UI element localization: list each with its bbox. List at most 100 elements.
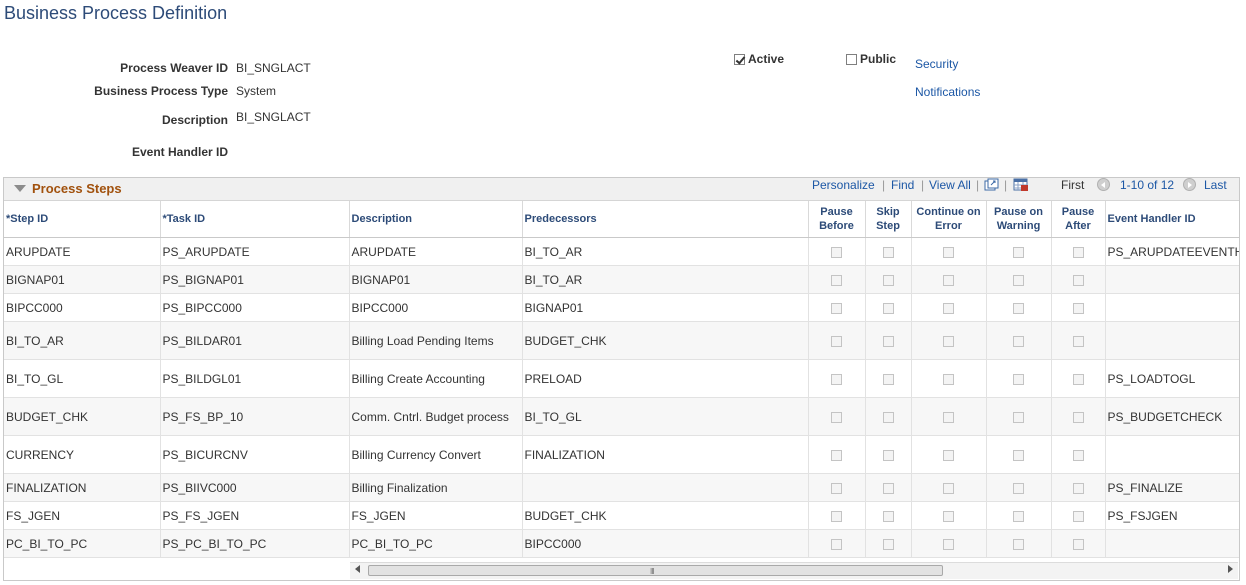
pause-before-checkbox[interactable] [831,510,842,522]
toolbar-separator: | [1004,178,1008,192]
event-handler-id-label: Event Handler ID [131,145,228,159]
table-row: PC_BI_TO_PC PS_PC_BI_TO_PC PC_BI_TO_PC BIPC… [4,529,1239,558]
continue-on-error-checkbox[interactable] [943,538,954,550]
view-all-link[interactable]: View All [929,178,971,192]
continue-on-error-checkbox[interactable] [943,335,954,347]
continue-on-error-checkbox[interactable] [943,482,954,494]
cell-task-id: PS_BIPCC000 [160,293,350,322]
pause-after-checkbox[interactable] [1072,510,1084,522]
download-excel-icon[interactable] [1013,178,1029,195]
skip-step-checkbox[interactable] [882,538,894,550]
continue-on-error-checkbox[interactable] [943,373,954,385]
active-checkbox-group[interactable]: Active [734,52,784,66]
cell-task-id: PS_BIIVC000 [160,473,350,502]
scroll-right-icon[interactable] [1228,565,1233,573]
pause-after-checkbox[interactable] [1072,482,1084,494]
security-link[interactable]: Security [915,57,958,71]
pause-before-checkbox[interactable] [831,538,842,550]
scroll-left-icon[interactable] [355,565,360,573]
cell-description: Billing Currency Convert [349,435,523,474]
pause-after-checkbox[interactable] [1072,373,1084,385]
skip-step-checkbox[interactable] [882,302,894,314]
column-header-predecessors[interactable]: Predecessors [522,201,809,238]
continue-on-error-checkbox[interactable] [943,274,954,286]
public-checkbox-group[interactable]: Public [846,52,896,66]
column-header-pause-before[interactable]: Pause Before [808,201,866,238]
pause-on-warning-checkbox[interactable] [1013,274,1024,286]
cell-step-id: ARUPDATE [4,237,161,266]
pause-after-checkbox[interactable] [1072,302,1084,314]
continue-on-error-checkbox[interactable] [943,411,954,423]
previous-page-icon[interactable] [1097,178,1110,191]
cell-step-id: BUDGET_CHK [4,397,161,436]
pause-before-checkbox[interactable] [831,482,842,494]
pause-on-warning-checkbox[interactable] [1013,373,1024,385]
cell-description: Billing Load Pending Items [349,321,523,360]
notifications-link[interactable]: Notifications [915,85,980,99]
pause-before-checkbox[interactable] [831,373,842,385]
column-header-pause-on-warning[interactable]: Pause on Warning [986,201,1052,238]
pause-after-checkbox[interactable] [1072,274,1084,286]
cell-pause-on-warning [986,501,1052,530]
column-header-step-id[interactable]: *Step ID [4,201,161,238]
pause-on-warning-checkbox[interactable] [1013,510,1024,522]
pause-before-checkbox[interactable] [831,411,842,423]
pause-before-checkbox[interactable] [831,246,842,258]
pause-before-checkbox[interactable] [831,335,842,347]
cell-skip-step [865,529,912,558]
cell-skip-step [865,435,912,474]
skip-step-checkbox[interactable] [882,449,894,461]
skip-step-checkbox[interactable] [882,482,894,494]
skip-step-checkbox[interactable] [882,373,894,385]
skip-step-checkbox[interactable] [882,246,894,258]
pause-on-warning-checkbox[interactable] [1013,302,1024,314]
cell-step-id: CURRENCY [4,435,161,474]
pause-before-checkbox[interactable] [831,274,842,286]
column-header-pause-after[interactable]: Pause After [1051,201,1106,238]
next-page-icon[interactable] [1183,178,1196,191]
personalize-link[interactable]: Personalize [812,178,875,192]
skip-step-checkbox[interactable] [882,274,894,286]
continue-on-error-checkbox[interactable] [943,449,954,461]
pause-on-warning-checkbox[interactable] [1013,449,1024,461]
column-header-continue-on-error[interactable]: Continue on Error [911,201,987,238]
active-label: Active [748,52,785,66]
find-link[interactable]: Find [891,178,914,192]
active-checkbox[interactable] [734,53,745,65]
process-weaver-id-value: BI_SNGLACT [236,61,311,75]
skip-step-checkbox[interactable] [882,510,894,522]
skip-step-checkbox[interactable] [882,335,894,347]
skip-step-checkbox[interactable] [882,411,894,423]
column-header-skip-step[interactable]: Skip Step [865,201,912,238]
pause-on-warning-checkbox[interactable] [1013,335,1024,347]
pause-before-checkbox[interactable] [831,302,842,314]
column-header-description[interactable]: Description [349,201,523,238]
pause-on-warning-checkbox[interactable] [1013,411,1024,423]
pause-before-checkbox[interactable] [831,449,842,461]
collapse-arrow-icon[interactable] [14,185,26,192]
pause-after-checkbox[interactable] [1072,411,1084,423]
column-header-event-handler-id[interactable]: Event Handler ID [1105,201,1239,238]
cell-step-id: BIPCC000 [4,293,161,322]
horizontal-scrollbar[interactable]: III [350,562,1238,579]
pause-after-checkbox[interactable] [1072,538,1084,550]
scrollbar-thumb[interactable]: III [368,565,943,576]
zoom-grid-icon[interactable] [984,178,999,195]
public-checkbox[interactable] [846,53,857,65]
last-link[interactable]: Last [1204,178,1227,192]
continue-on-error-checkbox[interactable] [943,302,954,314]
pause-after-checkbox[interactable] [1072,335,1084,347]
pause-on-warning-checkbox[interactable] [1013,246,1024,258]
pause-on-warning-checkbox[interactable] [1013,538,1024,550]
cell-pause-on-warning [986,293,1052,322]
pause-on-warning-checkbox[interactable] [1013,482,1024,494]
cell-continue-on-error [911,501,987,530]
column-header-task-id[interactable]: *Task ID [160,201,350,238]
pause-after-checkbox[interactable] [1072,246,1084,258]
pause-after-checkbox[interactable] [1072,449,1084,461]
cell-step-id: FINALIZATION [4,473,161,502]
cell-pause-on-warning [986,397,1052,436]
continue-on-error-checkbox[interactable] [943,510,954,522]
cell-skip-step [865,359,912,398]
continue-on-error-checkbox[interactable] [943,246,954,258]
